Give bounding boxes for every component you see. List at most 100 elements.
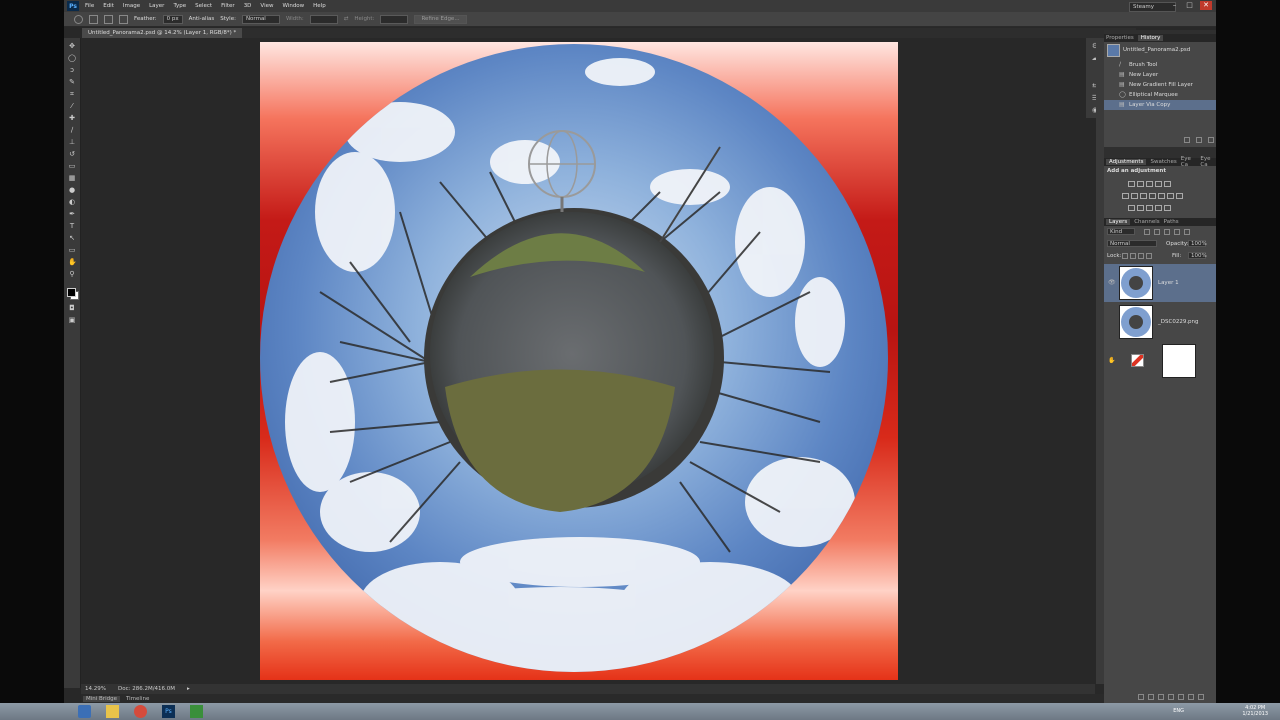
history-snapshot[interactable]: Untitled_Panorama2.psd bbox=[1123, 47, 1190, 53]
snapshot-thumbnail[interactable] bbox=[1107, 44, 1120, 57]
brightness-icon[interactable] bbox=[1128, 181, 1135, 187]
history-item[interactable]: ∕ Brush Tool bbox=[1104, 60, 1216, 70]
layer-name[interactable]: Layer 1 bbox=[1158, 280, 1179, 286]
refine-edge-button[interactable]: Refine Edge... bbox=[414, 14, 467, 24]
vibrance-icon[interactable] bbox=[1164, 181, 1171, 187]
quick-select-tool-icon[interactable]: ✎ bbox=[68, 78, 76, 86]
history-item[interactable]: ▤ Layer Via Copy bbox=[1104, 100, 1216, 110]
blur-tool-icon[interactable]: ● bbox=[68, 186, 76, 194]
photoshop-taskbar-icon[interactable]: Ps bbox=[162, 705, 175, 718]
menu-window[interactable]: Window bbox=[282, 3, 304, 9]
tab-history[interactable]: History bbox=[1137, 35, 1164, 41]
crop-tool-icon[interactable]: ⌗ bbox=[68, 90, 76, 98]
minimize-icon[interactable]: – bbox=[1170, 1, 1179, 10]
brush-tool-icon[interactable]: ∕ bbox=[68, 126, 76, 134]
document-tab[interactable]: Untitled_Panorama2.psd @ 14.2% (Layer 1,… bbox=[82, 28, 243, 38]
status-arrow-icon[interactable]: ▸ bbox=[187, 686, 190, 692]
visibility-eye-icon[interactable]: 👁 bbox=[1108, 280, 1116, 286]
style-select[interactable]: Normal bbox=[241, 14, 280, 24]
color-balance-icon[interactable] bbox=[1131, 193, 1138, 199]
selective-color-icon[interactable] bbox=[1155, 205, 1162, 211]
black-white-icon[interactable] bbox=[1140, 193, 1147, 199]
menu-image[interactable]: Image bbox=[123, 3, 140, 9]
menu-help[interactable]: Help bbox=[313, 3, 326, 9]
tab-timeline[interactable]: Timeline bbox=[126, 696, 149, 702]
new-snapshot-icon[interactable] bbox=[1184, 137, 1190, 143]
maximize-icon[interactable]: □ bbox=[1185, 1, 1194, 10]
elliptical-marquee-icon[interactable] bbox=[74, 14, 83, 24]
chrome-taskbar-icon[interactable] bbox=[134, 705, 147, 718]
start-button-icon[interactable] bbox=[78, 705, 91, 718]
pen-tool-icon[interactable]: ✒ bbox=[68, 210, 76, 218]
new-fill-layer-icon[interactable] bbox=[1168, 694, 1174, 700]
curves-icon[interactable] bbox=[1146, 181, 1153, 187]
tab-adjustments[interactable]: Adjustments bbox=[1106, 159, 1147, 165]
levels-icon[interactable] bbox=[1137, 181, 1144, 187]
add-mask-icon[interactable] bbox=[1158, 694, 1164, 700]
antialias-checkbox[interactable]: Anti-alias bbox=[189, 16, 215, 22]
tab-swatches[interactable]: Swatches bbox=[1150, 159, 1176, 165]
filter-smart-icon[interactable] bbox=[1184, 229, 1190, 235]
new-group-icon[interactable] bbox=[1178, 694, 1184, 700]
history-item[interactable]: ◯ Elliptical Marquee bbox=[1104, 90, 1216, 100]
lock-transparent-icon[interactable] bbox=[1122, 253, 1128, 259]
shape-tool-icon[interactable]: ▭ bbox=[68, 246, 76, 254]
menu-view[interactable]: View bbox=[260, 3, 273, 9]
menu-select[interactable]: Select bbox=[195, 3, 212, 9]
menu-filter[interactable]: Filter bbox=[221, 3, 235, 9]
filter-pixel-icon[interactable] bbox=[1144, 229, 1150, 235]
lock-position-icon[interactable] bbox=[1138, 253, 1144, 259]
feather-input[interactable]: 0 px bbox=[162, 14, 183, 24]
history-item[interactable]: ▤ New Gradient Fill Layer bbox=[1104, 80, 1216, 90]
tab-paths[interactable]: Paths bbox=[1164, 219, 1179, 225]
exposure-icon[interactable] bbox=[1155, 181, 1162, 187]
invert-icon[interactable] bbox=[1128, 205, 1135, 211]
gradient-map-icon[interactable] bbox=[1176, 193, 1183, 199]
move-tool-icon[interactable]: ✥ bbox=[68, 42, 76, 50]
kind-filter-select[interactable]: Kind bbox=[1107, 228, 1135, 235]
screen-mode-icon[interactable]: ▣ bbox=[68, 316, 76, 324]
layer-row[interactable]: _DSC0229.png bbox=[1104, 303, 1216, 341]
lasso-tool-icon[interactable]: ↄ bbox=[68, 66, 76, 74]
swap-icon[interactable]: ⇄ bbox=[344, 16, 349, 22]
tab-properties[interactable]: Properties bbox=[1106, 35, 1134, 41]
foreground-color-swatch[interactable] bbox=[67, 288, 76, 297]
delete-layer-icon[interactable] bbox=[1198, 694, 1204, 700]
menu-edit[interactable]: Edit bbox=[103, 3, 114, 9]
gradient-tool-icon[interactable]: ▦ bbox=[68, 174, 76, 182]
quick-mask-icon[interactable]: ◘ bbox=[68, 304, 76, 312]
link-layers-icon[interactable] bbox=[1138, 694, 1144, 700]
filter-shape-icon[interactable] bbox=[1174, 229, 1180, 235]
eyedropper-tool-icon[interactable]: ⁄ bbox=[68, 102, 76, 110]
gradient-map-2-icon[interactable] bbox=[1164, 205, 1171, 211]
width-input[interactable] bbox=[309, 14, 338, 24]
history-item[interactable]: ▤ New Layer bbox=[1104, 70, 1216, 80]
clock[interactable]: 4:02 PM 1/21/2013 bbox=[1242, 705, 1268, 717]
type-tool-icon[interactable]: T bbox=[68, 222, 76, 230]
hand-tool-icon[interactable]: ✋ bbox=[68, 258, 77, 266]
posterize-icon[interactable] bbox=[1137, 205, 1144, 211]
trash-icon[interactable] bbox=[1208, 137, 1214, 143]
lock-all-icon[interactable] bbox=[1146, 253, 1152, 259]
menu-layer[interactable]: Layer bbox=[149, 3, 164, 9]
new-layer-icon[interactable] bbox=[1188, 694, 1194, 700]
zoom-level[interactable]: 14.29% bbox=[85, 686, 106, 692]
close-icon[interactable]: ✕ bbox=[1200, 1, 1212, 10]
new-document-icon[interactable] bbox=[1196, 137, 1202, 143]
history-brush-tool-icon[interactable]: ↺ bbox=[68, 150, 76, 158]
color-lookup-icon[interactable] bbox=[1167, 193, 1174, 199]
photo-filter-icon[interactable] bbox=[1149, 193, 1156, 199]
lock-image-icon[interactable] bbox=[1130, 253, 1136, 259]
height-input[interactable] bbox=[380, 14, 409, 24]
tab-channels[interactable]: Channels bbox=[1134, 219, 1159, 225]
elliptical-marquee-tool-icon[interactable]: ◯ bbox=[68, 54, 76, 62]
app-taskbar-icon[interactable] bbox=[190, 705, 203, 718]
path-select-tool-icon[interactable]: ↖ bbox=[68, 234, 76, 242]
tab-layers[interactable]: Layers bbox=[1106, 219, 1131, 225]
tab-mini-bridge[interactable]: Mini Bridge bbox=[83, 695, 120, 702]
explorer-taskbar-icon[interactable] bbox=[106, 705, 119, 718]
hue-saturation-icon[interactable] bbox=[1122, 193, 1129, 199]
canvas-area[interactable] bbox=[81, 38, 1095, 684]
blend-mode-select[interactable]: Normal bbox=[1107, 240, 1157, 247]
add-selection-icon[interactable] bbox=[104, 14, 113, 24]
